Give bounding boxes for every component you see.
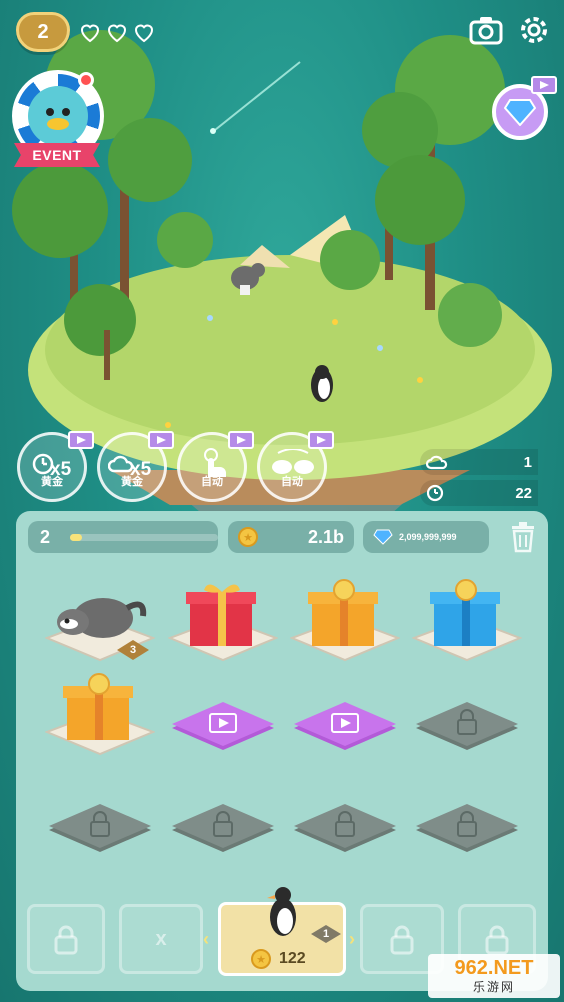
grid-cell-locked — [168, 792, 278, 862]
diamond-icon — [504, 99, 536, 126]
grid-cell-locked — [412, 690, 522, 760]
camera-button[interactable] — [466, 10, 506, 50]
chevron-right-icon[interactable]: › — [349, 929, 355, 950]
watermark-brand: 962.NET — [454, 956, 534, 979]
lock-icon — [390, 925, 414, 955]
grid-cell-gift-orange-2[interactable] — [44, 672, 156, 762]
grid-cell-locked — [290, 792, 400, 862]
boost-label: 黄金 — [121, 476, 143, 488]
watermark-sub: 乐游网 — [472, 979, 515, 994]
coin-icon: ★ — [251, 949, 271, 969]
settings-button[interactable] — [514, 10, 554, 50]
trash-icon — [512, 522, 534, 553]
blue-gift-icon — [430, 579, 500, 646]
buy-level-badge: 1 — [311, 925, 341, 943]
site-watermark: 962.NET 乐游网 — [428, 954, 560, 998]
grid-cell-gift-blue[interactable] — [411, 578, 523, 668]
buy-animal-button[interactable]: 1 ★ 122 — [218, 887, 346, 976]
cloud-icon — [426, 455, 448, 470]
heart-icon — [107, 24, 127, 43]
gear-icon — [521, 17, 547, 43]
camera-icon — [469, 17, 503, 45]
lock-icon — [54, 925, 78, 955]
cloud-count-stat: 1 — [420, 449, 538, 475]
xp-track — [70, 533, 218, 541]
video-ad-icon — [308, 431, 334, 449]
coin-balance: ★ 2.1b — [228, 521, 354, 553]
lock-icon — [485, 925, 509, 955]
video-ad-icon — [228, 431, 254, 449]
video-ad-icon — [531, 76, 557, 94]
coin-value: 2.1b — [307, 526, 344, 547]
coin-icon: ★ — [238, 527, 258, 547]
time-stat: 22 — [420, 480, 538, 506]
buy-price: ★ 122 — [251, 949, 306, 969]
trash-button[interactable] — [508, 521, 540, 555]
grid-cell-gift-orange[interactable] — [289, 578, 401, 668]
cloud-count-value: 1 — [523, 453, 532, 471]
buy-price-value: 122 — [279, 950, 306, 967]
event-mascot-icon — [28, 86, 88, 146]
video-ad-icon — [68, 431, 94, 449]
boost-gold-x5-cloud-button[interactable]: x5 黄金 — [97, 431, 174, 502]
boost-label: 黄金 — [41, 476, 63, 488]
lives-hearts — [78, 20, 156, 44]
player-level-badge[interactable]: 2 — [16, 12, 70, 52]
xp-fill — [70, 533, 82, 541]
panel-level-value: 2 — [40, 526, 51, 547]
xp-bar: 2 — [28, 521, 218, 553]
shop-slot-empty: x — [119, 904, 203, 974]
diamond-icon — [373, 529, 393, 545]
shop-slot-locked — [27, 904, 105, 974]
time-value: 22 — [515, 484, 532, 502]
gem-value: 2,099,999,999 — [399, 532, 457, 542]
orange-gift-icon — [63, 673, 133, 740]
grid-cell-locked — [412, 792, 522, 862]
shop-slot-label: x — [155, 927, 167, 950]
grid-cell-video-unlock[interactable] — [290, 690, 400, 760]
boost-label: 自动 — [201, 476, 223, 488]
player-level-value: 2 — [37, 20, 49, 43]
grid-cell-gift-red[interactable] — [167, 578, 279, 668]
boost-label: 自动 — [281, 476, 303, 488]
penguin-icon — [267, 887, 296, 936]
event-notification-dot — [78, 72, 94, 88]
event-label: EVENT — [14, 143, 100, 167]
grid-cell-video-unlock[interactable] — [168, 690, 278, 760]
boost-auto-tap-button[interactable]: 自动 — [177, 431, 254, 502]
video-ad-icon — [148, 431, 174, 449]
gem-balance: 2,099,999,999 — [363, 521, 489, 553]
orange-gift-icon — [308, 579, 378, 646]
heart-icon — [134, 24, 154, 43]
red-gift-icon — [186, 584, 256, 646]
heart-icon — [80, 24, 100, 43]
boost-auto-merge-button[interactable]: 自动 — [257, 431, 334, 502]
chevron-left-icon[interactable]: ‹ — [203, 929, 209, 950]
clock-icon — [426, 484, 444, 502]
boost-gold-x5-home-button[interactable]: x5 黄金 — [17, 431, 94, 502]
grid-cell-raccoon[interactable]: 3 — [44, 578, 156, 668]
grid-cell-locked — [45, 792, 155, 862]
